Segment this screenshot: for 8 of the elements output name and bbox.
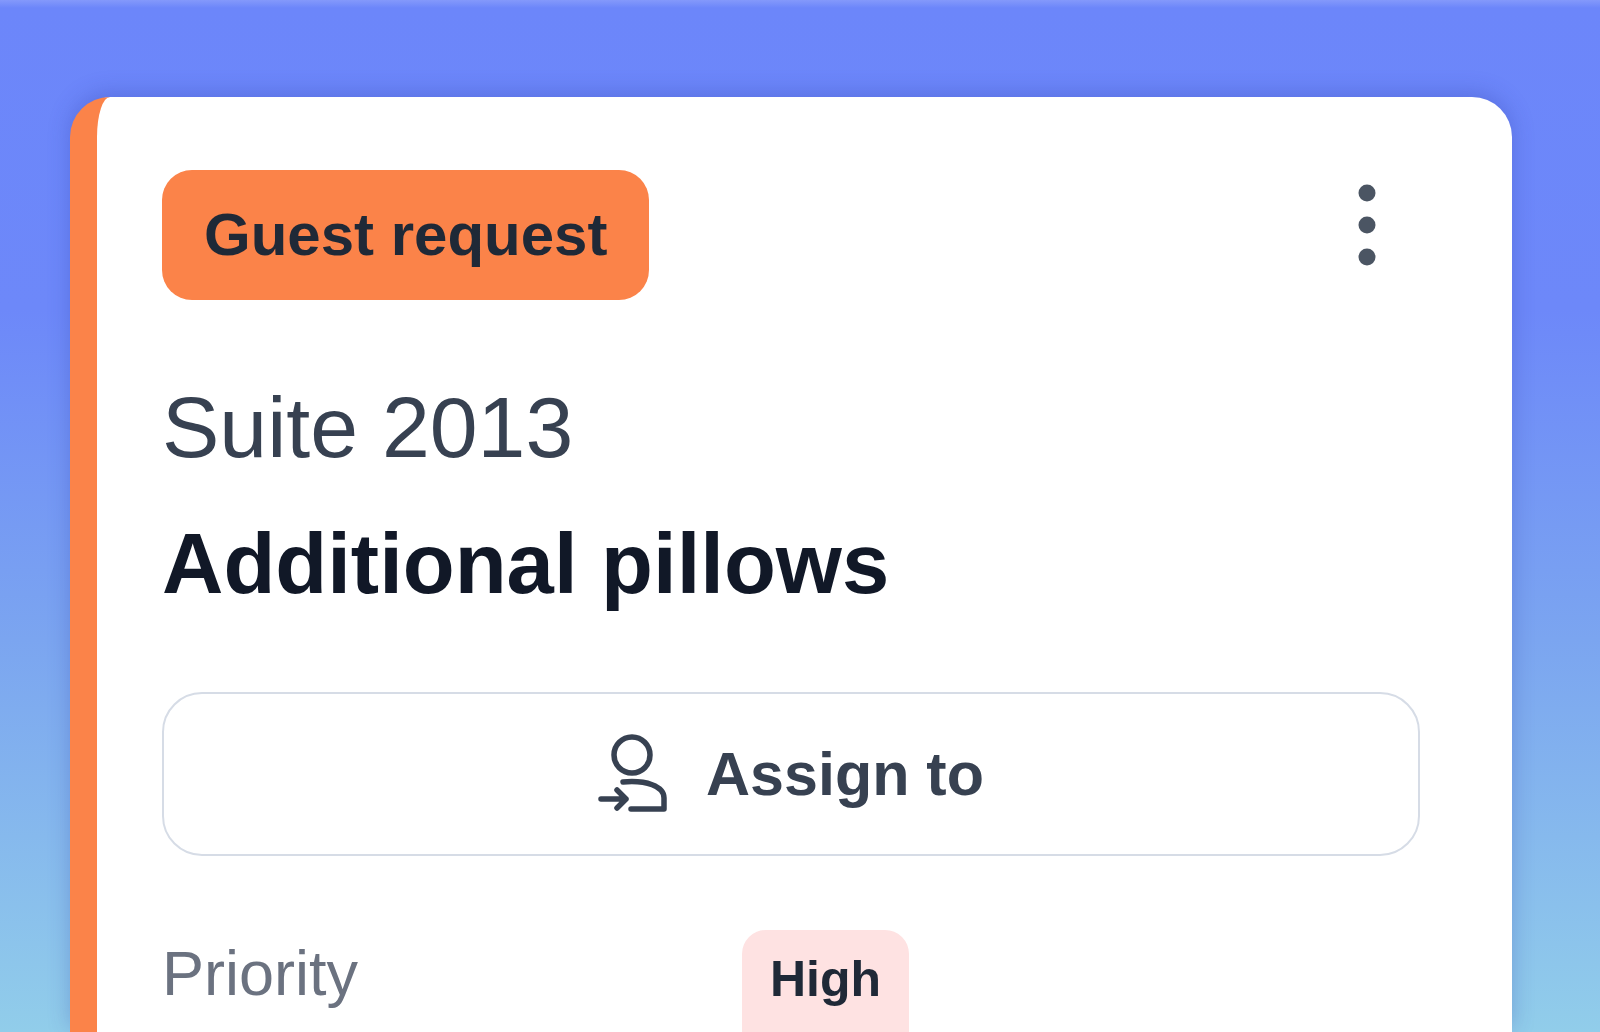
more-options-icon[interactable] — [1358, 184, 1376, 266]
room-label: Suite 2013 — [162, 378, 574, 477]
user-arrow-icon — [598, 734, 669, 814]
category-tag: Guest request — [162, 170, 650, 300]
request-title: Additional pillows — [162, 515, 890, 613]
priority-label: Priority — [162, 937, 359, 1010]
assign-button[interactable]: Assign to — [162, 692, 1420, 856]
priority-tag: High — [742, 930, 910, 1032]
